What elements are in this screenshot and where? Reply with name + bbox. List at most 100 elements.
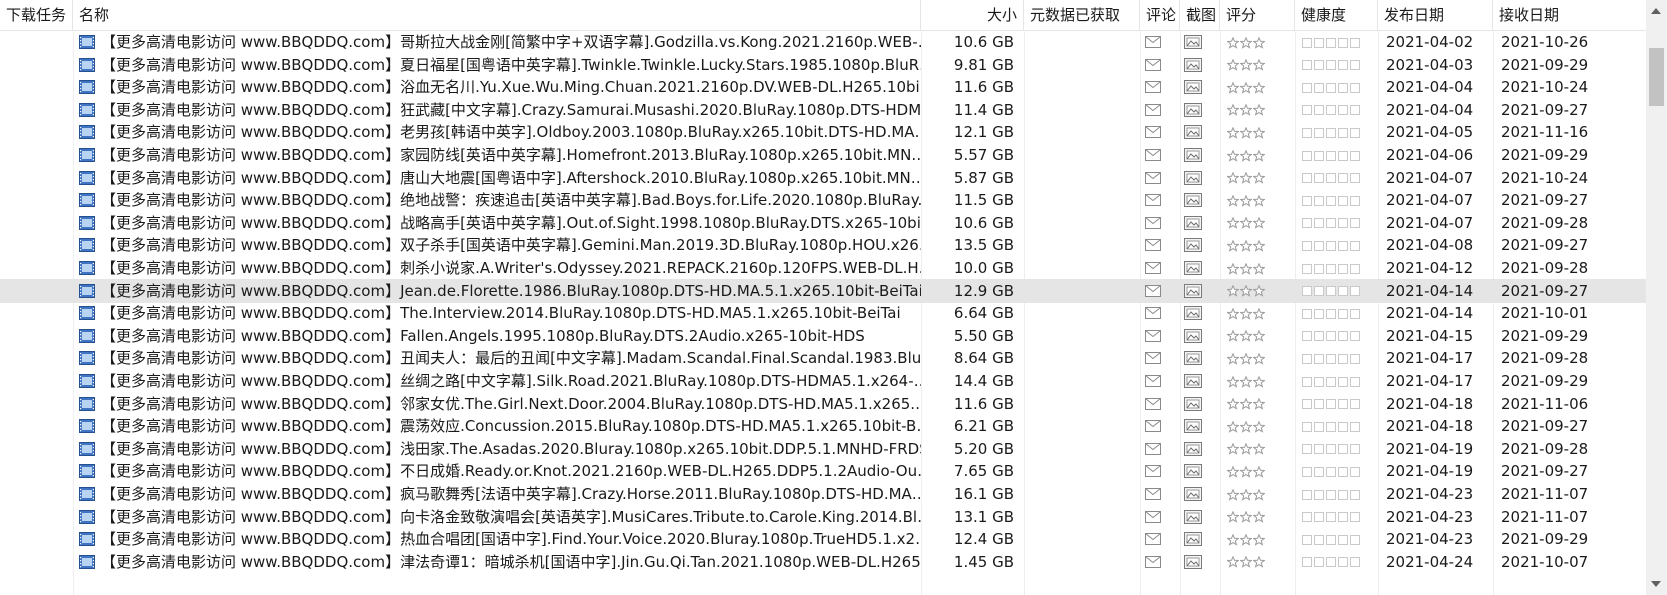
- table-row[interactable]: 【更多高清电影访问 www.BBQDDQ.com】丑闻夫人：最后的丑闻[中文字幕…: [0, 346, 1646, 370]
- envelope-icon[interactable]: [1140, 324, 1180, 348]
- star-rating[interactable]: [1220, 459, 1295, 483]
- envelope-icon[interactable]: [1140, 53, 1180, 77]
- envelope-icon[interactable]: [1140, 166, 1180, 190]
- image-icon[interactable]: [1180, 166, 1220, 190]
- star-rating[interactable]: [1220, 369, 1295, 393]
- image-icon[interactable]: [1180, 256, 1220, 280]
- table-row[interactable]: 【更多高清电影访问 www.BBQDDQ.com】热血合唱团[国语中字].Fin…: [0, 527, 1646, 551]
- star-rating[interactable]: [1220, 346, 1295, 370]
- image-icon[interactable]: [1180, 437, 1220, 461]
- envelope-icon[interactable]: [1140, 143, 1180, 167]
- envelope-icon[interactable]: [1140, 482, 1180, 506]
- star-rating[interactable]: [1220, 324, 1295, 348]
- table-row[interactable]: 【更多高清电影访问 www.BBQDDQ.com】不日成婚.Ready.or.K…: [0, 459, 1646, 483]
- star-rating[interactable]: [1220, 550, 1295, 574]
- star-rating[interactable]: [1220, 211, 1295, 235]
- envelope-icon[interactable]: [1140, 301, 1180, 325]
- table-row[interactable]: 【更多高清电影访问 www.BBQDDQ.com】绝地战警：疾速追击[英语中英字…: [0, 188, 1646, 212]
- envelope-icon[interactable]: [1140, 120, 1180, 144]
- star-rating[interactable]: [1220, 527, 1295, 551]
- image-icon[interactable]: [1180, 324, 1220, 348]
- star-rating[interactable]: [1220, 392, 1295, 416]
- scroll-down-arrow-icon[interactable]: [1651, 581, 1661, 587]
- envelope-icon[interactable]: [1140, 256, 1180, 280]
- table-row[interactable]: 【更多高清电影访问 www.BBQDDQ.com】刺杀小说家.A.Writer'…: [0, 256, 1646, 280]
- star-rating[interactable]: [1220, 256, 1295, 280]
- envelope-icon[interactable]: [1140, 211, 1180, 235]
- table-row[interactable]: 【更多高清电影访问 www.BBQDDQ.com】Jean.de.Florett…: [0, 278, 1646, 303]
- image-icon[interactable]: [1180, 211, 1220, 235]
- star-rating[interactable]: [1220, 120, 1295, 144]
- table-row[interactable]: 【更多高清电影访问 www.BBQDDQ.com】浴血无名川.Yu.Xue.Wu…: [0, 75, 1646, 99]
- envelope-icon[interactable]: [1140, 98, 1180, 122]
- image-icon[interactable]: [1180, 505, 1220, 529]
- table-row[interactable]: 【更多高清电影访问 www.BBQDDQ.com】家园防线[英语中英字幕].Ho…: [0, 143, 1646, 167]
- image-icon[interactable]: [1180, 414, 1220, 438]
- image-icon[interactable]: [1180, 233, 1220, 257]
- column-header-task[interactable]: 下载任务: [0, 0, 73, 30]
- image-icon[interactable]: [1180, 301, 1220, 325]
- column-header-name[interactable]: 名称: [73, 0, 921, 30]
- star-rating[interactable]: [1220, 75, 1295, 99]
- table-row[interactable]: 【更多高清电影访问 www.BBQDDQ.com】狂武藏[中文字幕].Crazy…: [0, 98, 1646, 122]
- column-header-received[interactable]: 接收日期: [1493, 0, 1646, 30]
- envelope-icon[interactable]: [1140, 437, 1180, 461]
- table-row[interactable]: 【更多高清电影访问 www.BBQDDQ.com】老男孩[韩语中英字].Oldb…: [0, 120, 1646, 144]
- star-rating[interactable]: [1220, 188, 1295, 212]
- table-row[interactable]: 【更多高清电影访问 www.BBQDDQ.com】向卡洛金致敬演唱会[英语英字]…: [0, 505, 1646, 529]
- column-header-published[interactable]: 发布日期: [1378, 0, 1493, 30]
- table-row[interactable]: 【更多高清电影访问 www.BBQDDQ.com】震荡效应.Concussion…: [0, 414, 1646, 438]
- star-rating[interactable]: [1220, 98, 1295, 122]
- table-row[interactable]: 【更多高清电影访问 www.BBQDDQ.com】哥斯拉大战金刚[简繁中字+双语…: [0, 30, 1646, 54]
- star-rating[interactable]: [1220, 143, 1295, 167]
- column-header-size[interactable]: 大小: [921, 0, 1024, 30]
- column-header-rating[interactable]: 评分: [1220, 0, 1295, 30]
- image-icon[interactable]: [1180, 369, 1220, 393]
- table-row[interactable]: 【更多高清电影访问 www.BBQDDQ.com】丝绸之路[中文字幕].Silk…: [0, 369, 1646, 393]
- envelope-icon[interactable]: [1140, 369, 1180, 393]
- image-icon[interactable]: [1180, 527, 1220, 551]
- envelope-icon[interactable]: [1140, 233, 1180, 257]
- image-icon[interactable]: [1180, 459, 1220, 483]
- torrent-list-view[interactable]: 下载任务 名称 大小 元数据已获取 评论 截图 评分 健康度 发布日期 接收日期…: [0, 0, 1646, 595]
- envelope-icon[interactable]: [1140, 188, 1180, 212]
- table-row[interactable]: 【更多高清电影访问 www.BBQDDQ.com】浅田家.The.Asadas.…: [0, 437, 1646, 461]
- image-icon[interactable]: [1180, 98, 1220, 122]
- star-rating[interactable]: [1220, 482, 1295, 506]
- star-rating[interactable]: [1220, 30, 1295, 54]
- image-icon[interactable]: [1180, 143, 1220, 167]
- envelope-icon[interactable]: [1140, 346, 1180, 370]
- table-row[interactable]: 【更多高清电影访问 www.BBQDDQ.com】双子杀手[国英语中英字幕].G…: [0, 233, 1646, 257]
- image-icon[interactable]: [1180, 75, 1220, 99]
- image-icon[interactable]: [1180, 279, 1220, 303]
- table-row[interactable]: 【更多高清电影访问 www.BBQDDQ.com】津法奇谭1：暗城杀机[国语中字…: [0, 550, 1646, 574]
- image-icon[interactable]: [1180, 346, 1220, 370]
- envelope-icon[interactable]: [1140, 279, 1180, 303]
- image-icon[interactable]: [1180, 53, 1220, 77]
- column-header-metadata[interactable]: 元数据已获取: [1024, 0, 1140, 30]
- envelope-icon[interactable]: [1140, 459, 1180, 483]
- table-row[interactable]: 【更多高清电影访问 www.BBQDDQ.com】疯马歌舞秀[法语中英字幕].C…: [0, 482, 1646, 506]
- scrollbar-thumb[interactable]: [1649, 48, 1664, 106]
- star-rating[interactable]: [1220, 279, 1295, 303]
- table-row[interactable]: 【更多高清电影访问 www.BBQDDQ.com】邻家女优.The.Girl.N…: [0, 392, 1646, 416]
- star-rating[interactable]: [1220, 53, 1295, 77]
- envelope-icon[interactable]: [1140, 75, 1180, 99]
- column-header-health[interactable]: 健康度: [1295, 0, 1378, 30]
- image-icon[interactable]: [1180, 120, 1220, 144]
- table-row[interactable]: 【更多高清电影访问 www.BBQDDQ.com】战略高手[英语中英字幕].Ou…: [0, 211, 1646, 235]
- star-rating[interactable]: [1220, 505, 1295, 529]
- table-row[interactable]: 【更多高清电影访问 www.BBQDDQ.com】夏日福星[国粤语中英字幕].T…: [0, 53, 1646, 77]
- envelope-icon[interactable]: [1140, 505, 1180, 529]
- star-rating[interactable]: [1220, 301, 1295, 325]
- star-rating[interactable]: [1220, 414, 1295, 438]
- envelope-icon[interactable]: [1140, 392, 1180, 416]
- image-icon[interactable]: [1180, 482, 1220, 506]
- vertical-scrollbar[interactable]: [1646, 0, 1667, 595]
- star-rating[interactable]: [1220, 233, 1295, 257]
- image-icon[interactable]: [1180, 392, 1220, 416]
- envelope-icon[interactable]: [1140, 550, 1180, 574]
- column-header-screenshot[interactable]: 截图: [1180, 0, 1220, 30]
- table-row[interactable]: 【更多高清电影访问 www.BBQDDQ.com】The.Interview.2…: [0, 301, 1646, 325]
- scroll-up-arrow-icon[interactable]: [1651, 8, 1661, 14]
